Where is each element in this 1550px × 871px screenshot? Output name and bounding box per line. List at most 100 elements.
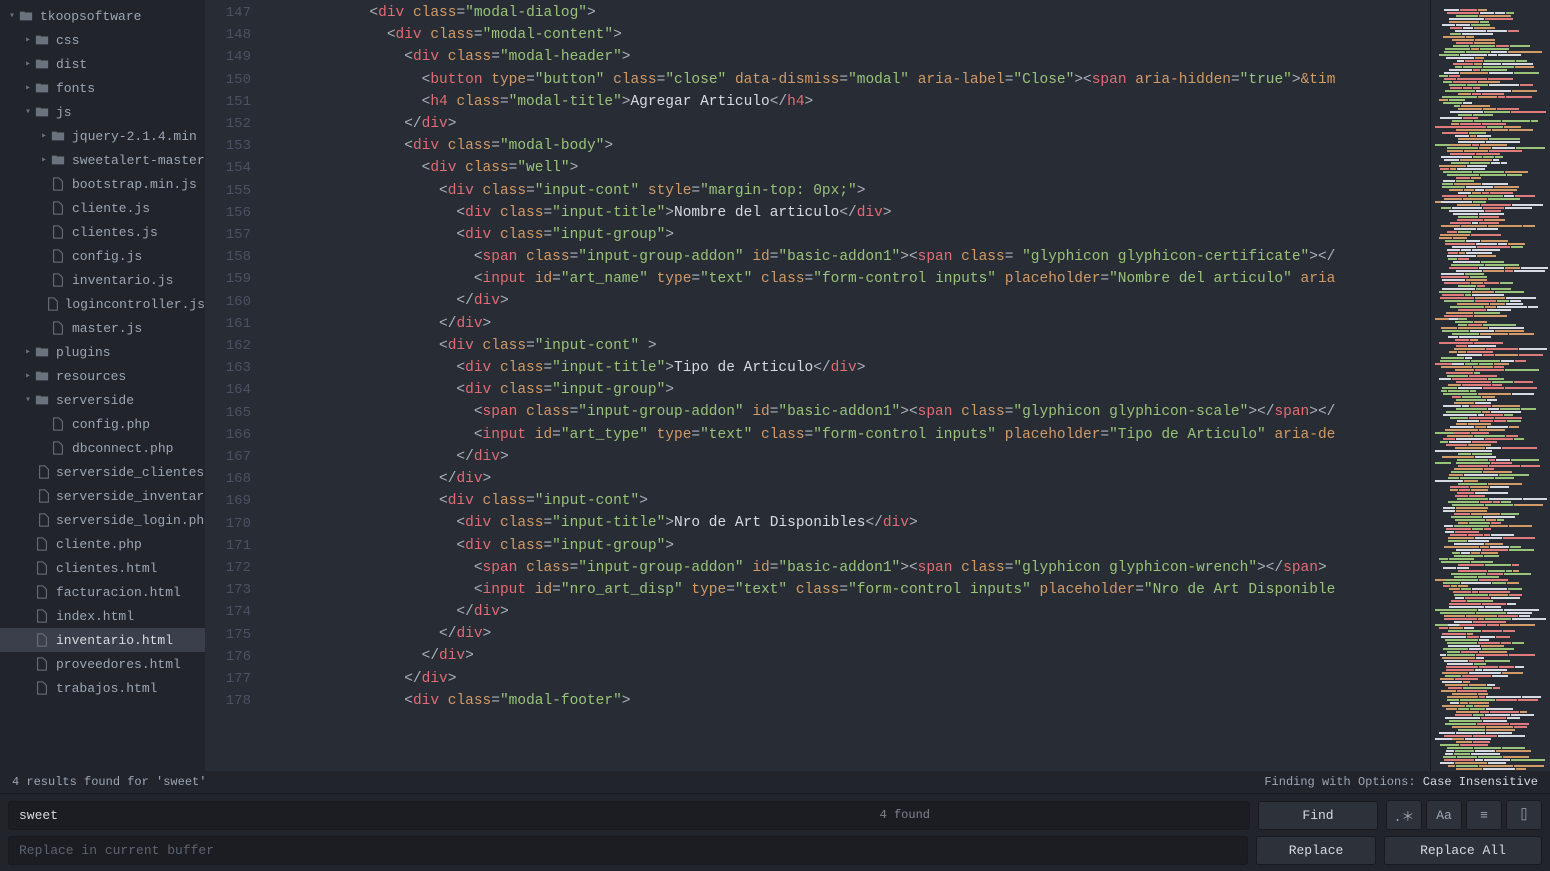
- chevron-icon: ▸: [38, 130, 50, 142]
- tree-item-label: proveedores.html: [56, 657, 181, 672]
- find-input[interactable]: [8, 801, 1250, 830]
- tree-item-label: cliente.js: [72, 201, 150, 216]
- tree-file[interactable]: clientes.js: [0, 220, 205, 244]
- folder-icon: [50, 153, 66, 167]
- tree-folder[interactable]: ▸sweetalert-master: [0, 148, 205, 172]
- find-count: 4 found: [870, 808, 940, 822]
- case-option[interactable]: Aa: [1426, 800, 1462, 830]
- folder-icon: [18, 9, 34, 23]
- tree-item-label: plugins: [56, 345, 111, 360]
- tree-item-label: config.js: [72, 249, 142, 264]
- code-area[interactable]: <div class="modal-dialog"> <div class="m…: [265, 0, 1430, 771]
- selection-option[interactable]: ≡: [1466, 800, 1502, 830]
- file-icon: [50, 225, 66, 239]
- tree-file[interactable]: inventario.html: [0, 628, 205, 652]
- find-button[interactable]: Find: [1258, 801, 1378, 830]
- tree-item-label: fonts: [56, 81, 95, 96]
- tree-file[interactable]: serverside_inventario.php: [0, 484, 205, 508]
- whole-word-option[interactable]: ⌷: [1506, 800, 1542, 830]
- tree-file[interactable]: serverside_login.php: [0, 508, 205, 532]
- tree-item-label: master.js: [72, 321, 142, 336]
- file-tree[interactable]: ▾tkoopsoftware▸css▸dist▸fonts▾js▸jquery-…: [0, 0, 205, 771]
- tree-item-label: clientes.js: [72, 225, 158, 240]
- tree-item-label: dbconnect.php: [72, 441, 173, 456]
- tree-item-label: trabajos.html: [56, 681, 157, 696]
- tree-item-label: sweetalert-master: [72, 153, 205, 168]
- tree-item-label: config.php: [72, 417, 150, 432]
- tree-file[interactable]: bootstrap.min.js: [0, 172, 205, 196]
- chevron-icon: ▸: [22, 34, 34, 46]
- tree-folder[interactable]: ▾tkoopsoftware: [0, 4, 205, 28]
- tree-file[interactable]: trabajos.html: [0, 676, 205, 700]
- tree-folder[interactable]: ▸ fonts: [0, 76, 205, 100]
- tree-file[interactable]: cliente.js: [0, 196, 205, 220]
- tree-file[interactable]: facturacion.html: [0, 580, 205, 604]
- file-icon: [50, 441, 66, 455]
- tree-folder[interactable]: ▸dist: [0, 52, 205, 76]
- file-icon: [50, 249, 66, 263]
- tree-folder[interactable]: ▾ js: [0, 100, 205, 124]
- folder-icon: [34, 57, 50, 71]
- tree-item-label: logincontroller.js: [65, 297, 205, 312]
- file-icon: [50, 177, 66, 191]
- tree-item-label: jquery-2.1.4.min: [72, 129, 197, 144]
- tree-item-label: clientes.html: [56, 561, 157, 576]
- replace-all-button[interactable]: Replace All: [1384, 836, 1542, 865]
- file-icon: [34, 681, 50, 695]
- folder-icon: [34, 393, 50, 407]
- tree-file[interactable]: clientes.html: [0, 556, 205, 580]
- tree-item-label: facturacion.html: [56, 585, 181, 600]
- file-icon: [47, 297, 59, 311]
- line-gutter: 1471481491501511521531541551561571581591…: [205, 0, 265, 771]
- tree-file[interactable]: index.html: [0, 604, 205, 628]
- tree-item-label: serverside: [56, 393, 134, 408]
- tree-file[interactable]: proveedores.html: [0, 652, 205, 676]
- tree-folder[interactable]: ▸resources: [0, 364, 205, 388]
- chevron-icon: ▸: [22, 346, 34, 358]
- file-icon: [38, 489, 50, 503]
- tree-file[interactable]: serverside_clientes.php: [0, 460, 205, 484]
- tree-folder[interactable]: ▸ plugins: [0, 340, 205, 364]
- tree-folder[interactable]: ▸ css: [0, 28, 205, 52]
- tree-file[interactable]: cliente.php: [0, 532, 205, 556]
- status-bar: 4 results found for 'sweet' Finding with…: [0, 771, 1550, 793]
- minimap[interactable]: [1430, 0, 1550, 771]
- tree-folder[interactable]: ▸ jquery-2.1.4.min: [0, 124, 205, 148]
- tree-file[interactable]: config.php: [0, 412, 205, 436]
- tree-item-label: css: [56, 33, 79, 48]
- tree-file[interactable]: config.js: [0, 244, 205, 268]
- tree-item-label: index.html: [56, 609, 134, 624]
- find-options: .＊ Aa ≡ ⌷: [1386, 800, 1542, 830]
- tree-item-label: resources: [56, 369, 126, 384]
- tree-folder[interactable]: ▾ serverside: [0, 388, 205, 412]
- file-icon: [38, 513, 50, 527]
- tree-file[interactable]: inventario.js: [0, 268, 205, 292]
- chevron-icon: ▾: [22, 106, 34, 118]
- tree-file[interactable]: logincontroller.js: [0, 292, 205, 316]
- file-icon: [50, 417, 66, 431]
- file-icon: [34, 561, 50, 575]
- folder-icon: [34, 81, 50, 95]
- folder-icon: [34, 369, 50, 383]
- tree-item-label: serverside_clientes.php: [56, 465, 205, 480]
- tree-item-label: inventario.js: [72, 273, 173, 288]
- chevron-icon: ▸: [22, 82, 34, 94]
- folder-icon: [50, 129, 66, 143]
- tree-file[interactable]: dbconnect.php: [0, 436, 205, 460]
- regex-option[interactable]: .＊: [1386, 800, 1422, 830]
- editor[interactable]: 1471481491501511521531541551561571581591…: [205, 0, 1550, 771]
- chevron-icon: ▸: [22, 58, 34, 70]
- find-and-replace-panel: 4 found Find .＊ Aa ≡ ⌷ Replace Replace A…: [0, 793, 1550, 871]
- file-icon: [50, 201, 66, 215]
- replace-input[interactable]: [8, 836, 1248, 865]
- tree-item-label: js: [56, 105, 72, 120]
- tree-file[interactable]: master.js: [0, 316, 205, 340]
- tree-item-label: tkoopsoftware: [40, 9, 141, 24]
- chevron-icon: ▾: [22, 394, 34, 406]
- file-icon: [38, 465, 50, 479]
- status-results: 4 results found for 'sweet': [12, 775, 206, 789]
- file-icon: [34, 585, 50, 599]
- file-icon: [34, 633, 50, 647]
- replace-button[interactable]: Replace: [1256, 836, 1376, 865]
- file-icon: [34, 537, 50, 551]
